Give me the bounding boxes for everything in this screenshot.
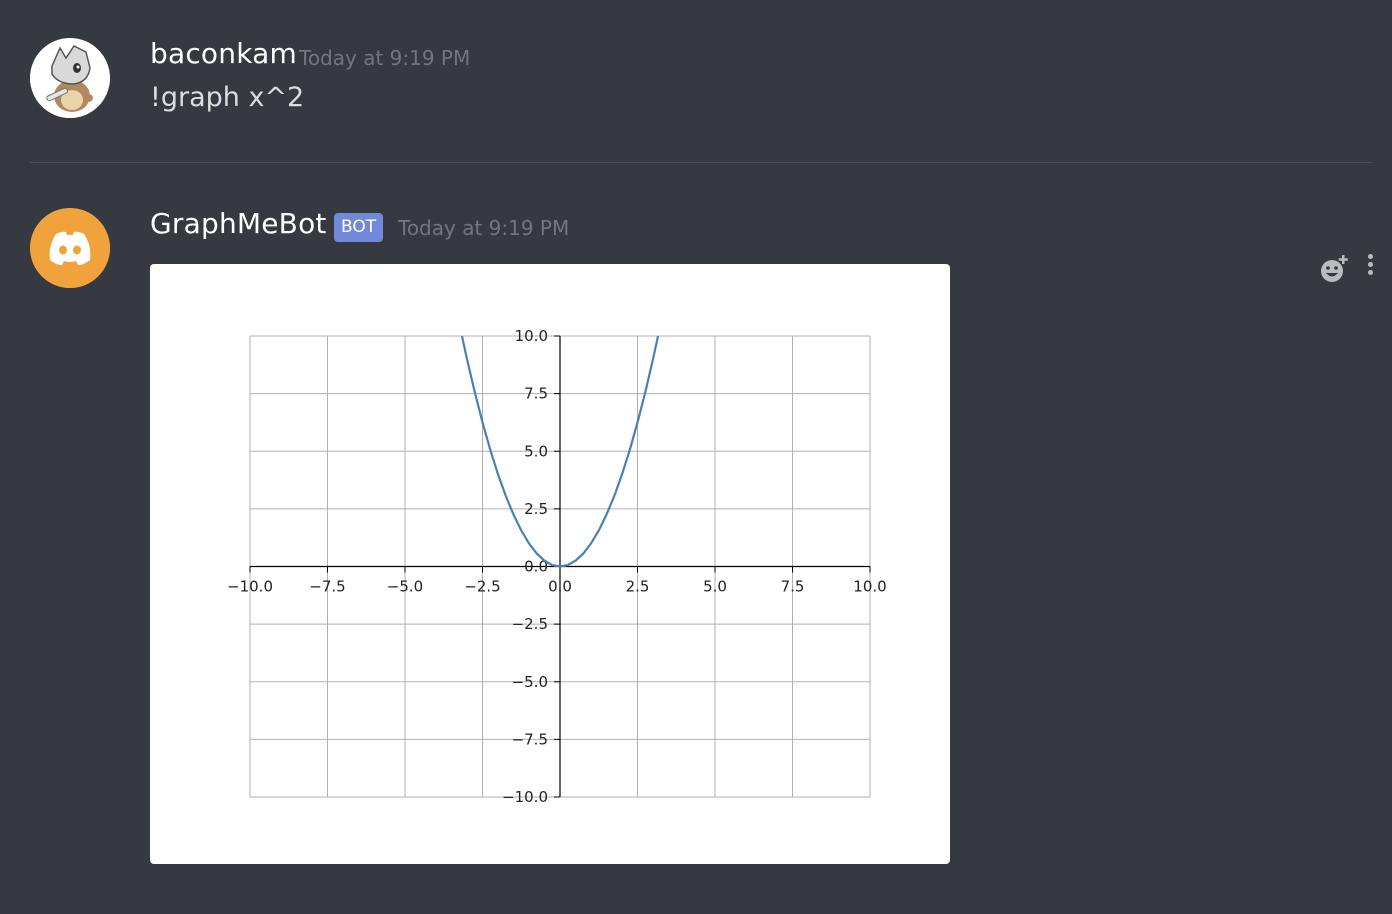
bot-avatar[interactable]: [30, 208, 110, 288]
username[interactable]: baconkam: [150, 37, 297, 70]
graph-image[interactable]: −10.0 −7.5 −5.0 −2.5 0.0 2.5 5.0 7.5 10.0 10.0 7.5…: [150, 264, 950, 864]
x-tick-label: −2.5: [464, 578, 500, 596]
timestamp: Today at 9:19 PM: [299, 46, 471, 70]
y-tick-label: 5.0: [524, 442, 548, 460]
message-baconkam: baconkam Today at 9:19 PM !graph x^2: [0, 0, 1392, 150]
y-tick-label: −2.5: [512, 615, 548, 633]
more-options-icon[interactable]: [1364, 252, 1376, 282]
x-tick-label: 2.5: [626, 578, 650, 596]
timestamp: Today at 9:19 PM: [398, 216, 570, 240]
x-tick-label: −10.0: [227, 578, 273, 596]
message-content: !graph x^2: [150, 82, 305, 113]
y-tick-label: −10.0: [502, 788, 548, 806]
y-tick-label: 2.5: [524, 500, 548, 518]
y-tick-label: −5.0: [512, 673, 548, 691]
y-tick-label: 7.5: [524, 385, 548, 403]
cubone-avatar: [30, 38, 110, 118]
x-tick-label: 10.0: [853, 578, 886, 596]
y-tick-label: 10.0: [515, 327, 548, 345]
message-graphmebot: GraphMeBot BOT Today at 9:19 PM −10.0 −7.…: [0, 176, 1392, 914]
x-tick-label: −5.0: [387, 578, 423, 596]
x-tick-label: 7.5: [781, 578, 805, 596]
x-tick-label: −7.5: [309, 578, 345, 596]
bot-badge: BOT: [334, 213, 384, 242]
y-tick-label: −7.5: [512, 730, 548, 748]
x-tick-label: 5.0: [703, 578, 727, 596]
discord-logo-icon: [30, 208, 110, 288]
message-divider: [30, 162, 1372, 163]
add-reaction-icon[interactable]: [1318, 252, 1352, 286]
bot-username[interactable]: GraphMeBot: [150, 207, 327, 240]
x-tick-label: 0.0: [548, 578, 572, 596]
chart: −10.0 −7.5 −5.0 −2.5 0.0 2.5 5.0 7.5 10.0 10.0 7.5…: [227, 327, 887, 806]
user-avatar[interactable]: [30, 38, 110, 118]
message-actions: [1312, 246, 1382, 286]
